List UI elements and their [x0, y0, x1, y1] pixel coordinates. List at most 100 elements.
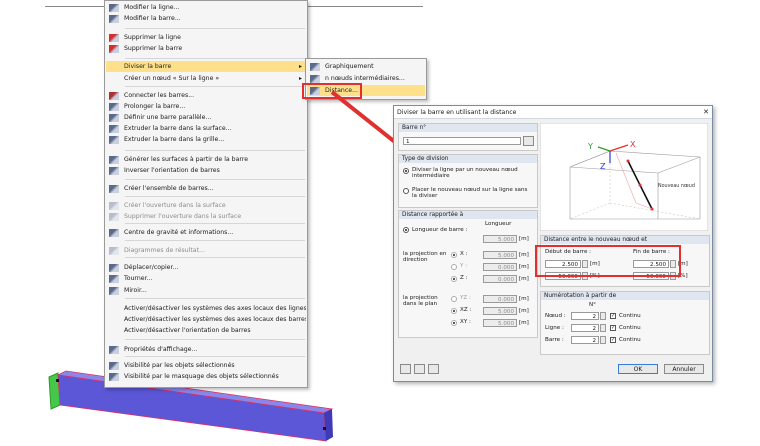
divide-distance-dialog: Diviser la barre en utilisant la distanc… — [393, 105, 713, 382]
context-menu-item[interactable]: Supprimer la barre — [106, 43, 306, 54]
dialog-title: Diviser la barre en utilisant la distanc… — [397, 108, 517, 116]
close-icon[interactable]: ✕ — [700, 108, 712, 116]
submenu-item[interactable]: Graphiquement — [307, 61, 425, 72]
context-menu-item-label: Activer/désactiver l'orientation de barr… — [124, 327, 251, 334]
display-properties-icon — [109, 345, 119, 354]
context-menu-item-label: Modifier la barre... — [124, 15, 181, 22]
numbering-row-label: Nœud : — [545, 313, 566, 319]
context-menu-item[interactable]: Modifier la barre... — [106, 13, 306, 24]
context-menu-item-label: Prolonger la barre... — [124, 103, 186, 110]
submenu-arrow-icon: ▸ — [298, 75, 302, 82]
continuous-checkbox[interactable]: ✓ — [610, 337, 616, 343]
context-menu-item[interactable]: Extruder la barre dans la grille... — [106, 134, 306, 145]
context-menu-item-label: Diviser la barre — [124, 63, 172, 70]
context-menu-item[interactable]: Tourner... — [106, 273, 306, 284]
context-menu-item[interactable]: Diagrammes de résultat... — [106, 245, 306, 256]
context-menu-item[interactable]: Diviser la barre ▸ — [106, 61, 306, 72]
numbering-title: Numérotation à partir de — [541, 292, 709, 300]
axis-y-label: Y — [587, 142, 593, 151]
axis-radio[interactable] — [451, 264, 457, 270]
context-menu-item[interactable]: Activer/désactiver l'orientation de barr… — [106, 325, 306, 336]
distance-callout-highlight — [535, 245, 681, 277]
context-menu-item[interactable]: Visibilité par les objets sélectionnés — [106, 360, 306, 371]
new-node-label: Nouveau nœud — [658, 183, 695, 189]
context-menu-item[interactable]: Définir une barre parallèle... — [106, 112, 306, 123]
member-length-label: Longueur de barre : — [412, 227, 468, 233]
context-menu-item[interactable]: Supprimer l'ouverture dans la surface — [106, 211, 306, 222]
delete-member-icon — [109, 44, 119, 53]
context-menu-item[interactable]: Inverser l'orientation de barres — [106, 165, 306, 176]
axis-radio[interactable] — [451, 320, 457, 326]
axis-value: 5.000 — [483, 251, 517, 259]
continuous-label: Continu — [619, 325, 641, 331]
length-header: Longueur — [485, 221, 512, 227]
continuous-checkbox[interactable]: ✓ — [610, 325, 616, 331]
context-menu-item-label: Propriétés d'affichage... — [124, 346, 198, 353]
context-menu-item-label: Déplacer/copier... — [124, 264, 179, 271]
context-menu-item[interactable]: Activer/désactiver les systèmes des axes… — [106, 303, 306, 314]
numbering-row-spinner[interactable] — [600, 312, 606, 320]
member-node — [56, 379, 59, 382]
member-length-radio[interactable] — [403, 227, 409, 233]
context-menu-item[interactable]: Créer l'ensemble de barres... — [106, 183, 306, 194]
context-menu-item[interactable]: Supprimer la ligne — [106, 32, 306, 43]
context-menu-item[interactable]: Connecter les barres... — [106, 90, 306, 101]
submenu-item-label: Graphiquement — [325, 63, 374, 70]
context-menu-item[interactable]: Propriétés d'affichage... — [106, 344, 306, 355]
axis-label: X : — [460, 251, 468, 257]
blank-icon-slot — [109, 316, 119, 324]
numbering-group: Numérotation à partir de N° Nœud :2 ✓ Cont… — [540, 291, 710, 355]
context-menu-item[interactable]: Activer/désactiver les systèmes des axes… — [106, 314, 306, 325]
units-icon[interactable] — [428, 364, 439, 374]
visibility-selected-icon — [109, 361, 119, 370]
context-menu-item[interactable]: Générer les surfaces à partir de la barr… — [106, 154, 306, 165]
numbering-row-input[interactable]: 2 — [571, 336, 599, 344]
member-length-unit: [m] — [519, 236, 529, 242]
axis-unit: [m] — [519, 320, 529, 326]
context-menu-item-label: Centre de gravité et informations... — [124, 229, 234, 236]
place-node-radio[interactable] — [403, 188, 409, 194]
context-menu-item[interactable]: Créer l'ouverture dans la surface — [106, 200, 306, 211]
context-menu-item[interactable]: Déplacer/copier... — [106, 262, 306, 273]
axis-radio[interactable] — [451, 308, 457, 314]
extend-member-icon — [109, 102, 119, 111]
axis-radio[interactable] — [451, 296, 457, 302]
cancel-button[interactable]: Annuler — [664, 364, 704, 374]
context-menu-item[interactable]: Visibilité par le masquage des objets sé… — [106, 371, 306, 382]
menu-separator — [125, 150, 305, 151]
context-menu-item-label: Activer/désactiver les systèmes des axes… — [124, 305, 306, 312]
move-copy-icon — [109, 263, 119, 272]
edit-icon[interactable] — [414, 364, 425, 374]
context-menu-item[interactable]: Centre de gravité et informations... — [106, 227, 306, 238]
continuous-checkbox[interactable]: ✓ — [610, 313, 616, 319]
continuous-label: Continu — [619, 313, 641, 319]
extrude-surface-icon — [109, 124, 119, 133]
numbering-row-input[interactable]: 2 — [571, 312, 599, 320]
divide-line-radio[interactable] — [403, 168, 409, 174]
mirror-icon — [109, 286, 119, 295]
help-icon[interactable] — [400, 364, 411, 374]
context-menu-item[interactable]: Extruder la barre dans la surface... — [106, 123, 306, 134]
divide-line-label: Diviser la ligne par un nouveau nœud int… — [412, 167, 518, 179]
axis-radio[interactable] — [451, 252, 457, 258]
context-menu-item-label: Supprimer l'ouverture dans la surface — [124, 213, 242, 220]
rotate-icon — [109, 274, 119, 283]
axis-z-label: Z — [600, 162, 606, 171]
continuous-label: Continu — [619, 337, 641, 343]
menu-separator — [125, 196, 305, 197]
context-menu-item[interactable]: Modifier la ligne... — [106, 2, 306, 13]
context-menu-item-label: Créer l'ouverture dans la surface — [124, 202, 226, 209]
axis-label: XZ : — [460, 307, 472, 313]
select-member-button[interactable] — [523, 136, 534, 146]
member-no-input[interactable]: 1 — [403, 137, 521, 145]
axis-label: Y : — [460, 263, 468, 269]
context-menu-item[interactable]: Prolonger la barre... — [106, 101, 306, 112]
numbering-row-spinner[interactable] — [600, 324, 606, 332]
context-menu-item[interactable]: Créer un nœud « Sur la ligne » ▸ — [106, 73, 306, 84]
axis-radio[interactable] — [451, 276, 457, 282]
context-menu-item[interactable]: Miroir... — [106, 285, 306, 296]
numbering-row-spinner[interactable] — [600, 336, 606, 344]
parallel-member-icon — [109, 113, 119, 122]
ok-button[interactable]: OK — [618, 364, 658, 374]
numbering-row-input[interactable]: 2 — [571, 324, 599, 332]
